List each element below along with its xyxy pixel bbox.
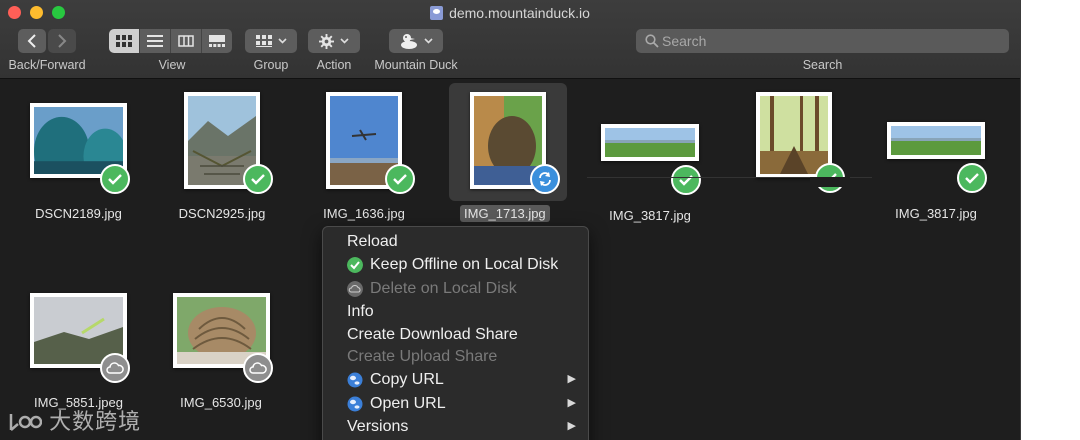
duck-icon	[400, 34, 417, 49]
chevron-down-icon	[423, 38, 433, 44]
file-thumbnail[interactable]	[601, 124, 699, 161]
menu-item-create-upload-share: Create Upload Share	[347, 348, 498, 365]
group-grid-icon	[255, 35, 272, 47]
menu-item-versions[interactable]: Versions ▶	[323, 415, 588, 438]
photo-image	[605, 128, 695, 157]
group-label: Group	[253, 58, 289, 72]
green-check-icon	[347, 257, 363, 273]
cloud-icon	[249, 362, 267, 374]
file-name[interactable]: IMG_3817.jpg	[590, 208, 710, 223]
action-button[interactable]	[308, 29, 360, 53]
search-icon	[645, 34, 659, 48]
synced-check-badge	[243, 164, 273, 194]
syncing-badge	[530, 164, 560, 194]
menu-item-keep-offline[interactable]: Keep Offline on Local Disk	[323, 253, 588, 276]
globe-icon	[347, 396, 363, 412]
file-name[interactable]: IMG_3817.jpg	[876, 206, 996, 221]
checkmark-icon	[679, 175, 693, 186]
chevron-left-icon	[27, 34, 36, 48]
menu-item-copy-url[interactable]: Copy URL ▶	[323, 368, 588, 391]
checkmark-icon	[393, 174, 407, 185]
photo-image	[760, 96, 828, 174]
menu-item-open-url[interactable]: Open URL ▶	[323, 392, 588, 415]
cloud-icon	[106, 362, 124, 374]
view-label: View	[158, 58, 186, 72]
file-name-selected[interactable]: IMG_1713.jpg	[460, 205, 550, 222]
cloud-only-badge	[100, 353, 130, 383]
gallery-icon	[209, 35, 225, 47]
chevron-right-icon	[58, 34, 67, 48]
checkmark-icon	[965, 173, 979, 184]
menu-item-create-download-share[interactable]: Create Download Share	[323, 323, 588, 346]
chevron-down-icon	[340, 38, 349, 44]
file-name[interactable]: IMG_6530.jpg	[161, 395, 281, 410]
finder-window: demo.mountainduck.io Back/Forward View G…	[0, 0, 1021, 440]
file-name[interactable]: DSCN2189.jpg	[20, 206, 137, 221]
file-thumbnail[interactable]	[887, 122, 985, 159]
submenu-arrow-icon: ▶	[567, 373, 576, 385]
synced-check-badge	[671, 165, 701, 195]
globe-icon	[347, 372, 363, 388]
synced-check-badge	[385, 164, 415, 194]
search-input[interactable]	[636, 29, 1009, 53]
menu-item-delete-local: Delete on Local Disk	[323, 277, 588, 300]
file-name[interactable]: DSCN2925.jpg	[162, 206, 282, 221]
forward-button[interactable]	[48, 29, 76, 53]
checkmark-icon	[108, 174, 122, 185]
menu-item-info[interactable]: Info	[323, 300, 588, 323]
cloud-only-badge	[243, 353, 273, 383]
action-label: Action	[316, 58, 352, 72]
back-forward-label: Back/Forward	[8, 58, 86, 72]
watermark-icon	[9, 414, 43, 431]
view-icons-button[interactable]	[109, 29, 140, 53]
watermark-logo: 大数跨境	[8, 404, 141, 436]
view-columns-button[interactable]	[171, 29, 202, 53]
group-button[interactable]	[245, 29, 297, 53]
view-gallery-button[interactable]	[202, 29, 232, 53]
synced-check-badge	[100, 164, 130, 194]
list-icon	[147, 35, 163, 47]
photo-image	[891, 126, 981, 155]
sync-icon	[539, 172, 551, 186]
search-label: Search	[802, 58, 843, 72]
menu-item-reload[interactable]: Reload	[323, 230, 588, 253]
toolbar: demo.mountainduck.io Back/Forward View G…	[0, 0, 1020, 79]
chevron-down-icon	[277, 38, 287, 44]
cloud-icon	[347, 281, 363, 297]
checkmark-icon	[251, 174, 265, 185]
context-menu: Reload Keep Offline on Local Disk Delete…	[322, 226, 589, 440]
gear-icon	[319, 33, 334, 49]
server-icon	[430, 6, 444, 20]
window-title: demo.mountainduck.io	[0, 5, 1020, 21]
view-segmented-control[interactable]	[109, 29, 232, 53]
synced-check-badge	[957, 163, 987, 193]
mountain-duck-label: Mountain Duck	[374, 58, 458, 72]
columns-icon	[178, 35, 194, 47]
mountain-duck-button[interactable]	[389, 29, 443, 53]
submenu-arrow-icon: ▶	[567, 420, 576, 432]
divider-mask	[810, 177, 850, 187]
grid-icon	[116, 35, 132, 47]
view-list-button[interactable]	[140, 29, 171, 53]
file-name[interactable]: IMG_1636.jpg	[304, 206, 424, 221]
submenu-arrow-icon: ▶	[567, 397, 576, 409]
back-button[interactable]	[18, 29, 46, 53]
